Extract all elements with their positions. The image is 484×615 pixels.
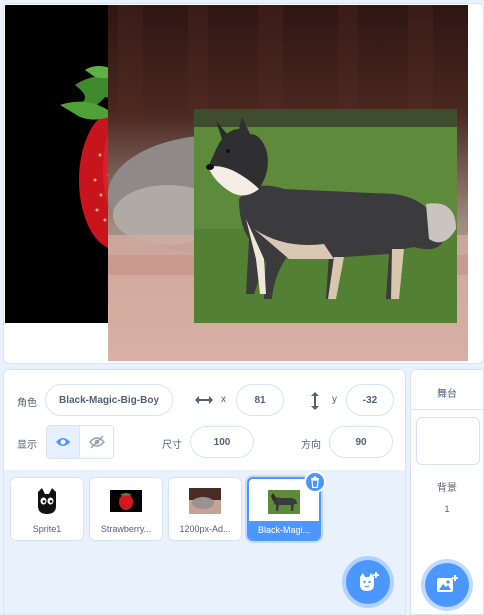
- sprite-list: Sprite1 Strawberry... 1200px-Ad... Black…: [3, 470, 406, 615]
- add-backdrop-button[interactable]: [425, 563, 469, 607]
- sprite-info-panel: 角色 Black-Magic-Big-Boy x 81 y -32 显示 尺寸 …: [3, 369, 406, 471]
- x-label: x: [221, 394, 226, 405]
- sprite-thumbnail: [109, 486, 143, 516]
- direction-input[interactable]: 90: [329, 426, 393, 458]
- delete-sprite-button[interactable]: [304, 471, 326, 493]
- sprite-thumbnail: [30, 486, 64, 516]
- hide-sprite-button[interactable]: [80, 426, 113, 458]
- trash-icon: [311, 476, 319, 488]
- size-label: 尺寸: [162, 440, 182, 451]
- sprite-tile[interactable]: Strawberry...: [89, 477, 163, 541]
- eye-icon: [56, 438, 70, 446]
- sprite-tile-name: 1200px-Ad...: [179, 524, 231, 534]
- stage-panel-title: 舞台: [437, 389, 457, 400]
- stage-target-panel[interactable]: 舞台 背景 1: [410, 369, 484, 615]
- stage-panel-divider: [411, 409, 483, 410]
- y-input[interactable]: -32: [346, 384, 394, 416]
- eye-slash-icon: [88, 435, 105, 449]
- x-input[interactable]: 81: [236, 384, 284, 416]
- y-label: y: [332, 394, 337, 405]
- stage-thumbnail[interactable]: [416, 417, 480, 465]
- sprite-tile-selected[interactable]: Black-Magi...: [247, 471, 326, 541]
- sprite-name-input[interactable]: Black-Magic-Big-Boy: [45, 384, 173, 416]
- y-arrows-icon: [309, 390, 321, 412]
- sprite-tile-name: Strawberry...: [100, 524, 152, 534]
- sprite-tile-name: Sprite1: [32, 524, 62, 534]
- show-label: 显示: [17, 440, 37, 451]
- sprite-thumbnail: [267, 487, 301, 517]
- sprite-tile[interactable]: Sprite1: [10, 477, 84, 541]
- backdrops-count: 1: [444, 504, 450, 514]
- direction-label: 方向: [301, 440, 321, 451]
- size-input[interactable]: 100: [190, 426, 254, 458]
- sprite-label: 角色: [17, 398, 37, 409]
- sprite-tile[interactable]: 1200px-Ad...: [168, 477, 242, 541]
- add-sprite-button[interactable]: [346, 560, 390, 604]
- image-add-icon: [437, 575, 458, 592]
- sprite-tile-name: Black-Magi...: [249, 521, 319, 539]
- backdrops-label: 背景: [437, 483, 457, 494]
- visibility-toggle: [46, 425, 114, 459]
- sprite-husky-image[interactable]: [194, 109, 457, 323]
- sprite-thumbnail: [188, 486, 222, 516]
- cat-add-icon: [360, 572, 379, 591]
- stage-canvas[interactable]: [3, 3, 484, 364]
- show-sprite-button[interactable]: [47, 426, 81, 458]
- x-arrows-icon: [193, 392, 215, 408]
